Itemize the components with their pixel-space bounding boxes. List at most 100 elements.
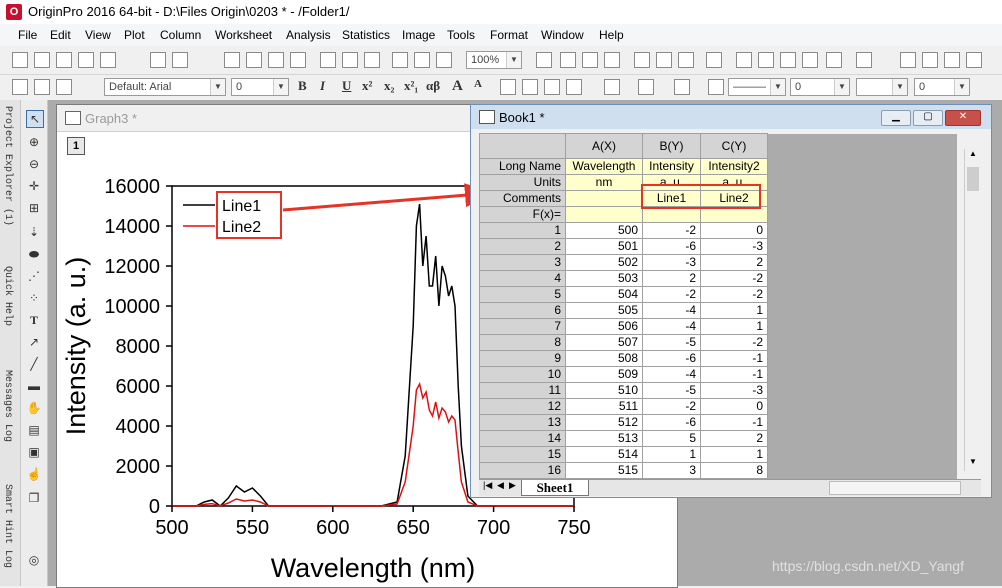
- menu-format[interactable]: Format: [490, 28, 528, 42]
- data-selector-icon[interactable]: ⇣: [26, 224, 42, 240]
- data-cell[interactable]: 0: [700, 222, 768, 239]
- open-template-icon[interactable]: [246, 52, 262, 68]
- data-cell[interactable]: -2: [642, 222, 701, 239]
- row-number[interactable]: 9: [479, 350, 566, 367]
- line-tool-icon[interactable]: ╱: [26, 356, 42, 372]
- next-sheet-icon[interactable]: ▶: [509, 480, 516, 491]
- circle-tool-icon[interactable]: ◎: [26, 552, 42, 568]
- sum-icon[interactable]: [900, 52, 916, 68]
- recalculate-icon[interactable]: [392, 52, 408, 68]
- pointer-icon[interactable]: ↖: [26, 110, 44, 128]
- data-cell[interactable]: -3: [700, 238, 768, 255]
- data-cell[interactable]: 515: [565, 462, 643, 479]
- tab-project-explorer[interactable]: Project Explorer (1): [2, 106, 13, 226]
- cell-comments-a[interactable]: [565, 190, 643, 207]
- zoom-combo[interactable]: 100% ▼: [466, 51, 522, 69]
- data-cell[interactable]: 500: [565, 222, 643, 239]
- data-cell[interactable]: 2: [642, 270, 701, 287]
- import-excel-icon[interactable]: [364, 52, 380, 68]
- italic-button[interactable]: I: [320, 78, 325, 94]
- import-icon[interactable]: [320, 52, 336, 68]
- data-cell[interactable]: 513: [565, 430, 643, 447]
- align-center-icon[interactable]: [522, 79, 538, 95]
- menu-column[interactable]: Column: [160, 28, 201, 42]
- refresh-icon[interactable]: [560, 52, 576, 68]
- data-cell[interactable]: 3: [642, 462, 701, 479]
- set-value-icon[interactable]: [944, 52, 960, 68]
- data-cell[interactable]: 508: [565, 350, 643, 367]
- screen-reader-icon[interactable]: ⊞: [26, 200, 42, 216]
- menu-worksheet[interactable]: Worksheet: [215, 28, 272, 42]
- row-number[interactable]: 14: [479, 430, 566, 447]
- scroll-down-icon[interactable]: ▼: [967, 457, 979, 469]
- insert-graph-icon[interactable]: ▤: [26, 422, 42, 438]
- data-cell[interactable]: 510: [565, 382, 643, 399]
- sort-icon[interactable]: [922, 52, 938, 68]
- scroll-up-icon[interactable]: ▲: [967, 149, 979, 161]
- data-cell[interactable]: 501: [565, 238, 643, 255]
- menu-view[interactable]: View: [85, 28, 111, 42]
- row-number[interactable]: 1: [479, 222, 566, 239]
- calculator-icon[interactable]: [780, 52, 796, 68]
- menu-help[interactable]: Help: [599, 28, 624, 42]
- cell-long-name-c[interactable]: Intensity2: [700, 158, 768, 175]
- new-function-icon[interactable]: [100, 52, 116, 68]
- data-cell[interactable]: 509: [565, 366, 643, 383]
- data-cell[interactable]: -1: [700, 350, 768, 367]
- menu-window[interactable]: Window: [541, 28, 584, 42]
- data-cell[interactable]: 0: [700, 398, 768, 415]
- column-header-a[interactable]: A(X): [565, 133, 643, 159]
- prev-sheet-icon[interactable]: ◀: [497, 480, 504, 491]
- new-notes-icon[interactable]: [150, 52, 166, 68]
- data-reader-icon[interactable]: ✛: [26, 178, 42, 194]
- data-cell[interactable]: 514: [565, 446, 643, 463]
- horizontal-scrollbar[interactable]: [829, 481, 961, 495]
- sheet-tab[interactable]: Sheet1: [521, 480, 589, 496]
- help-icon[interactable]: [802, 52, 818, 68]
- cell-long-name-b[interactable]: Intensity: [642, 158, 701, 175]
- results-log-icon[interactable]: [604, 52, 620, 68]
- data-cell[interactable]: -3: [642, 254, 701, 271]
- row-number[interactable]: 3: [479, 254, 566, 271]
- line-color-icon[interactable]: [674, 79, 690, 95]
- row-number[interactable]: 16: [479, 462, 566, 479]
- row-number[interactable]: 5: [479, 286, 566, 303]
- zoom-in-icon[interactable]: ⊕: [26, 134, 42, 150]
- pattern-icon[interactable]: [638, 79, 654, 95]
- hand-icon[interactable]: ✋: [26, 400, 42, 416]
- data-cell[interactable]: -2: [642, 286, 701, 303]
- data-cell[interactable]: -2: [700, 286, 768, 303]
- save-icon[interactable]: [268, 52, 284, 68]
- align-right-icon[interactable]: [544, 79, 560, 95]
- data-cell[interactable]: -1: [700, 366, 768, 383]
- data-cell[interactable]: -5: [642, 334, 701, 351]
- code-icon[interactable]: [758, 52, 774, 68]
- new-graph-icon[interactable]: [56, 52, 72, 68]
- zoom-out-icon[interactable]: ⊖: [26, 156, 42, 172]
- data-cell[interactable]: -1: [700, 414, 768, 431]
- superscript-button[interactable]: x²: [362, 78, 372, 94]
- book-window-title-bar[interactable]: Book1 * ▁ ▢ ✕: [471, 105, 991, 129]
- cell-long-name-a[interactable]: Wavelength: [565, 158, 643, 175]
- data-cell[interactable]: -2: [700, 334, 768, 351]
- data-cell[interactable]: -6: [642, 414, 701, 431]
- menu-tools[interactable]: Tools: [447, 28, 475, 42]
- code-builder-icon[interactable]: [582, 52, 598, 68]
- settings-gear-icon[interactable]: [826, 52, 842, 68]
- row-number[interactable]: 8: [479, 334, 566, 351]
- vertical-scrollbar[interactable]: ▲ ▼: [964, 149, 981, 471]
- tab-quick-help[interactable]: Quick Help: [2, 266, 13, 326]
- book-window[interactable]: Book1 * ▁ ▢ ✕ A(X) B(Y) C(Y) Long Name W…: [470, 104, 992, 498]
- arrow-tool-icon[interactable]: ↗: [26, 334, 42, 350]
- increase-font-button[interactable]: A: [452, 78, 463, 95]
- stack-icon[interactable]: ❐: [26, 490, 42, 506]
- bold-button[interactable]: B: [298, 78, 307, 94]
- regional-mask-icon[interactable]: ⁘: [26, 290, 42, 306]
- data-cell[interactable]: -3: [700, 382, 768, 399]
- cell-fx-a[interactable]: [565, 206, 643, 223]
- digitizer-icon[interactable]: [736, 52, 752, 68]
- row-number[interactable]: 13: [479, 414, 566, 431]
- data-cell[interactable]: -2: [700, 270, 768, 287]
- paste-icon[interactable]: [56, 79, 72, 95]
- new-layout-icon[interactable]: [172, 52, 188, 68]
